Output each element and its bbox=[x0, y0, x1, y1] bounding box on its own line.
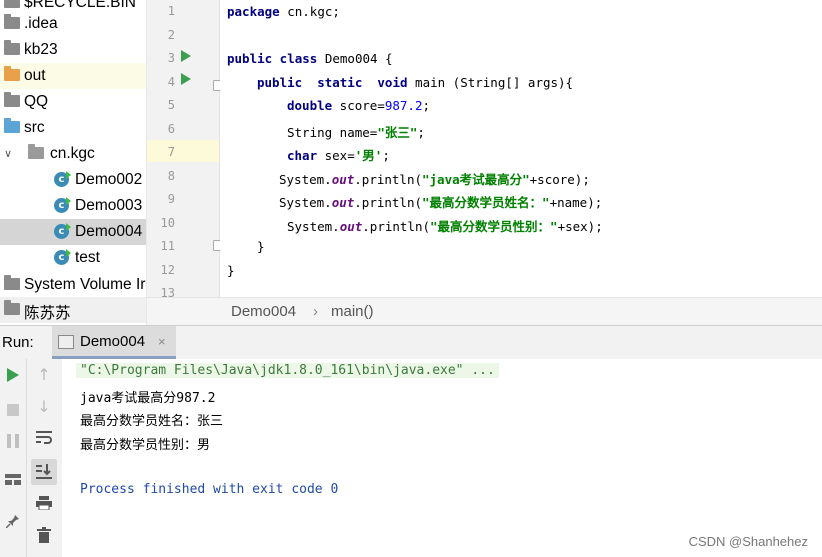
code-line-8: System.out.println("java考试最高分"+score); bbox=[279, 172, 590, 187]
chevron-down-icon[interactable]: ∨ bbox=[4, 147, 12, 160]
java-class-icon: c bbox=[54, 171, 71, 187]
breadcrumb-separator: › bbox=[313, 303, 318, 320]
run-toolbar: Run: Demo004 × bbox=[0, 325, 822, 360]
code-line-7: char sex='男'; bbox=[287, 148, 390, 163]
tree-item-qq[interactable]: QQ bbox=[0, 89, 146, 115]
run-label: Run: bbox=[2, 334, 34, 351]
code-line-12: } bbox=[227, 263, 235, 278]
folder-icon bbox=[4, 40, 20, 55]
pause-icon[interactable] bbox=[0, 433, 26, 452]
code-line-10: System.out.println("最高分数学员性别："+sex); bbox=[287, 219, 603, 234]
tree-item-demo004[interactable]: c Demo004 bbox=[0, 219, 146, 245]
project-tree: $RECYCLE.BIN .idea kb23 out QQ src ∨ cn.… bbox=[0, 0, 146, 325]
tree-item-system-volume[interactable]: System Volume Ir bbox=[0, 272, 146, 298]
code-editor[interactable]: package cn.kgc; public class Demo004 { p… bbox=[220, 0, 822, 297]
tree-item-kb23[interactable]: kb23 bbox=[0, 37, 146, 63]
breadcrumb: Demo004 › main() bbox=[147, 297, 822, 326]
console-command-line[interactable]: "C:\Program Files\Java\jdk1.8.0_161\bin\… bbox=[76, 363, 499, 378]
console-actions-strip: ↑ ↓ bbox=[27, 359, 63, 557]
excluded-folder-icon bbox=[4, 66, 20, 81]
tree-item-src[interactable]: src bbox=[0, 115, 146, 141]
code-line-6: String name="张三"; bbox=[287, 125, 425, 140]
line-number: 6 bbox=[167, 122, 175, 136]
run-class-icon[interactable] bbox=[181, 50, 191, 62]
run-actions-strip bbox=[0, 359, 27, 557]
tree-item-demo003[interactable]: c Demo003 bbox=[0, 193, 146, 219]
line-number: 11 bbox=[160, 239, 175, 253]
run-tab-label: Demo004 bbox=[80, 333, 146, 350]
rerun-icon[interactable] bbox=[0, 367, 26, 386]
tree-item-test[interactable]: c test bbox=[0, 245, 146, 271]
line-number: 10 bbox=[160, 216, 175, 230]
line-number: 7 bbox=[167, 145, 175, 159]
print-icon[interactable] bbox=[31, 495, 57, 514]
code-line-1: package cn.kgc; bbox=[227, 4, 340, 19]
source-folder-icon bbox=[4, 118, 20, 133]
tree-item-chensusu[interactable]: 陈苏苏 bbox=[0, 297, 146, 323]
folder-icon bbox=[4, 275, 20, 290]
folder-icon bbox=[4, 92, 20, 107]
folder-icon bbox=[4, 300, 20, 315]
run-config-icon bbox=[58, 335, 74, 349]
tree-item-cn-kgc[interactable]: ∨ cn.kgc bbox=[0, 141, 146, 167]
code-line-4: public static void main (String[] args){ bbox=[257, 75, 574, 90]
line-number: 12 bbox=[160, 263, 175, 277]
tree-item-idea[interactable]: .idea bbox=[0, 11, 146, 37]
line-number: 1 bbox=[167, 4, 175, 18]
line-number: 4 bbox=[167, 75, 175, 89]
console-output-line: java考试最高分987.2 bbox=[80, 391, 216, 406]
pin-icon[interactable] bbox=[0, 513, 26, 532]
breadcrumb-class[interactable]: Demo004 bbox=[231, 303, 296, 320]
breadcrumb-method[interactable]: main() bbox=[331, 303, 374, 320]
folder-icon bbox=[4, 0, 20, 8]
scroll-to-end-icon bbox=[36, 464, 52, 479]
tree-item-out[interactable]: out bbox=[0, 63, 146, 89]
close-icon[interactable]: × bbox=[158, 334, 166, 349]
line-number: 3 bbox=[167, 51, 175, 65]
trash-icon[interactable] bbox=[31, 527, 57, 547]
line-number: 9 bbox=[167, 192, 175, 206]
java-class-icon: c bbox=[54, 197, 71, 213]
line-number: 8 bbox=[167, 169, 175, 183]
line-number: 2 bbox=[167, 28, 175, 42]
console-output[interactable]: "C:\Program Files\Java\jdk1.8.0_161\bin\… bbox=[62, 359, 822, 557]
run-main-icon[interactable] bbox=[181, 73, 191, 85]
layout-icon[interactable] bbox=[0, 471, 26, 490]
code-line-11: } bbox=[257, 239, 265, 254]
run-tab-demo004[interactable]: Demo004 × bbox=[52, 326, 176, 359]
stop-icon[interactable] bbox=[0, 401, 26, 420]
package-icon bbox=[28, 144, 44, 159]
console-output-line: 最高分数学员性别：男 bbox=[80, 438, 211, 453]
arrow-up-icon[interactable]: ↑ bbox=[31, 365, 57, 384]
scroll-to-end-button[interactable] bbox=[31, 459, 57, 485]
console-exit-line: Process finished with exit code 0 bbox=[80, 482, 339, 497]
java-class-icon: c bbox=[54, 249, 71, 265]
code-line-9: System.out.println("最高分数学员姓名："+name); bbox=[279, 195, 603, 210]
soft-wrap-icon[interactable] bbox=[31, 429, 57, 448]
line-number: 5 bbox=[167, 98, 175, 112]
tree-item-demo002[interactable]: c Demo002 bbox=[0, 167, 146, 193]
code-line-5: double score=987.2; bbox=[287, 98, 431, 113]
console-output-line: 最高分数学员姓名：张三 bbox=[80, 414, 224, 429]
java-class-icon: c bbox=[54, 223, 71, 239]
code-line-3: public class Demo004 { bbox=[227, 51, 393, 66]
watermark: CSDN @Shanhehez bbox=[688, 534, 808, 549]
arrow-down-icon[interactable]: ↓ bbox=[31, 397, 57, 416]
folder-icon bbox=[4, 14, 20, 29]
